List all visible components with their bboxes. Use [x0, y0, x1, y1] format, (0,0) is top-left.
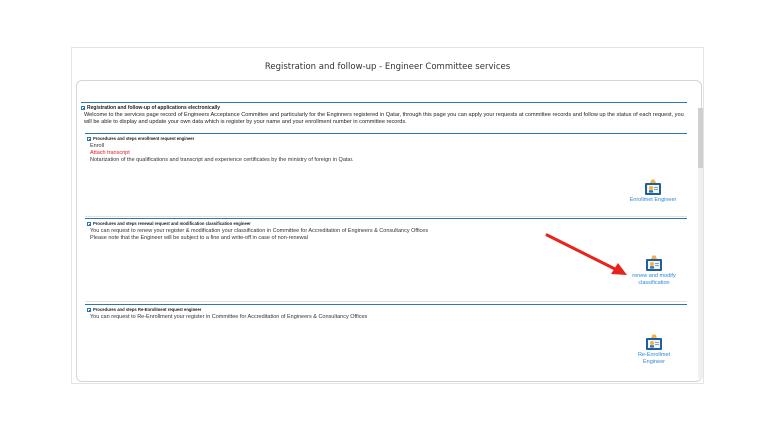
divider: [85, 301, 687, 302]
re-enrollment-engineer-button[interactable]: Re-Enrollmet Engineer: [626, 333, 682, 366]
enrollment-line-notarization: Notarization of the qualifications and t…: [90, 157, 354, 163]
re-enrollment-label-1: Re-Enrollmet: [637, 352, 671, 358]
enrollment-engineer-label: Enrollmet Engineer: [629, 197, 677, 203]
intro-text: Welcome to the services page record of E…: [84, 112, 684, 125]
divider: [85, 216, 687, 217]
collapse-icon[interactable]: [87, 221, 91, 226]
re-enrollment-label-2: Engineer: [642, 359, 666, 365]
intro-title: Registration and follow-up of applicatio…: [87, 105, 221, 111]
enrollment-title: Procedures and steps enrollment request …: [93, 136, 195, 141]
intro-section: Registration and follow-up of applicatio…: [81, 102, 687, 136]
collapse-icon[interactable]: [87, 307, 91, 312]
re-enrollment-title: Procedures and steps Re-Enrollment reque…: [93, 307, 202, 312]
renewal-header[interactable]: Procedures and steps renewal request and…: [87, 221, 687, 226]
enrollment-engineer-button[interactable]: Enrollmet Engineer: [621, 178, 685, 204]
engineer-icon: [645, 179, 661, 195]
arrow-annotation: [545, 233, 627, 275]
intro-header[interactable]: Registration and follow-up of applicatio…: [81, 105, 687, 111]
enrollment-line-enroll: Enroll: [90, 143, 105, 149]
engineer-icon: [646, 255, 662, 271]
collapse-icon[interactable]: [81, 106, 85, 110]
enrollment-header[interactable]: Procedures and steps enrollment request …: [87, 136, 687, 141]
enrollment-section: Procedures and steps enrollment request …: [85, 133, 687, 164]
re-enrollment-header[interactable]: Procedures and steps Re-Enrollment reque…: [87, 307, 687, 312]
re-enrollment-section: Procedures and steps Re-Enrollment reque…: [85, 304, 687, 321]
enrollment-line-transcript: Attach transcript: [90, 150, 130, 156]
collapse-icon[interactable]: [87, 136, 91, 141]
re-enrollment-line: You can request to Re-Enrollment your re…: [90, 314, 368, 320]
engineer-icon: [646, 334, 662, 350]
scrollbar[interactable]: [698, 108, 703, 378]
scroll-thumb[interactable]: [698, 108, 703, 168]
renew-modify-label-2: classification: [638, 280, 670, 286]
renewal-title: Procedures and steps renewal request and…: [93, 221, 251, 226]
